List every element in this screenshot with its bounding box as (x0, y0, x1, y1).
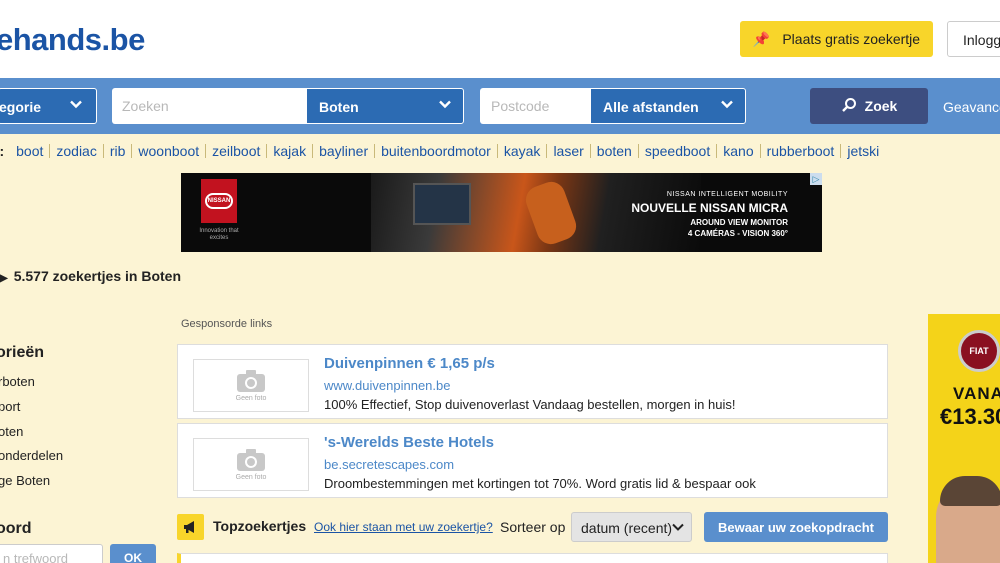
sponsored-links-label: Gesponsorde links (181, 318, 273, 330)
car-screen-image (413, 183, 471, 225)
sidebar-category-link[interactable]: rboten (0, 374, 35, 389)
popular-keyword-link[interactable]: kayak (498, 144, 548, 158)
search-bar: egorie Boten Alle afstanden Zoek Geavanc… (0, 78, 1000, 134)
top-ads-title: Topzoekertjes (213, 518, 307, 534)
banner-line-4: 4 CAMÉRAS - VISION 360° (687, 229, 788, 238)
site-header: ehands.be 📌 Plaats gratis zoekertje Inlo… (0, 0, 1000, 78)
popular-keyword-link[interactable]: rib (104, 144, 133, 158)
popular-keyword-link[interactable]: kano (717, 144, 761, 158)
save-search-button[interactable]: Bewaar uw zoekopdracht (704, 512, 888, 542)
popular-searches: r: boot zodiac rib woonboot zeilboot kaj… (0, 143, 885, 159)
listing-url[interactable]: www.duivenpinnen.be (324, 378, 450, 393)
chevron-down-icon (719, 96, 735, 115)
postcode-input[interactable] (480, 88, 590, 124)
listing-description: 100% Effectief, Stop duivenoverlast Vand… (324, 397, 736, 412)
breadcrumb: ▶ 5.577 zoekertjes in Boten (0, 268, 181, 284)
categories-heading: orieën (0, 344, 45, 361)
popular-searches-label: r: (0, 143, 4, 159)
popular-keyword-link[interactable]: buitenboordmotor (375, 144, 498, 158)
camera-icon (237, 370, 265, 392)
banner-line-3: AROUND VIEW MONITOR (690, 218, 788, 227)
sponsored-listing[interactable]: Geen foto Duivenpinnen € 1,65 p/s www.du… (177, 344, 888, 419)
sidebar-category-link[interactable]: onderdelen (0, 448, 63, 463)
popular-keyword-link[interactable]: boten (591, 144, 639, 158)
place-ad-label: Plaats gratis zoekertje (782, 31, 921, 47)
category-select[interactable]: egorie (0, 88, 97, 124)
subcategory-select[interactable]: Boten (306, 88, 464, 124)
nissan-logo-text: NISSAN (205, 193, 233, 209)
keyword-input[interactable] (0, 544, 103, 563)
popular-keyword-link[interactable]: boot (10, 144, 51, 158)
popular-keyword-link[interactable]: laser (547, 144, 591, 158)
popular-keyword-link[interactable]: zodiac (50, 144, 104, 158)
person-hair-image (940, 476, 1000, 506)
search-input[interactable] (112, 88, 306, 124)
sort-select-value: datum (recent) (581, 520, 673, 536)
nissan-logo: NISSAN (201, 179, 237, 223)
popular-keyword-link[interactable]: speedboot (639, 144, 718, 158)
sky-ad-price: €13.30 (940, 404, 1000, 429)
result-count: 5.577 zoekertjes in Boten (13, 268, 181, 284)
nissan-tagline: Innovation that excites (199, 228, 239, 241)
top-listing-card[interactable] (177, 553, 888, 563)
sidebar-category-link[interactable]: port (0, 399, 20, 414)
banner-line-1: NISSAN INTELLIGENT MOBILITY (666, 191, 788, 198)
no-photo-label: Geen foto (235, 395, 267, 402)
popular-keyword-link[interactable]: kajak (267, 144, 314, 158)
listing-description: Droombestemmingen met kortingen tot 70%.… (324, 476, 756, 491)
chevron-down-icon (68, 96, 84, 115)
sort-label: Sorteer op (500, 519, 566, 535)
nissan-banner-ad[interactable]: NISSAN Innovation that excites NISSAN IN… (181, 173, 822, 252)
distance-select-label: Alle afstanden (603, 99, 699, 115)
listing-title[interactable]: Duivenpinnen € 1,65 p/s (324, 355, 495, 372)
sidebar-category-link[interactable]: ge Boten (0, 473, 50, 488)
sort-select[interactable]: datum (recent) (571, 512, 692, 542)
search-icon (841, 97, 857, 116)
login-button[interactable]: Inlogg (947, 21, 1000, 57)
adchoices-icon[interactable]: ▷ (810, 173, 822, 185)
camera-icon (237, 449, 265, 471)
megaphone-icon (177, 514, 204, 540)
listing-title[interactable]: 's-Werelds Beste Hotels (324, 434, 494, 451)
popular-keyword-link[interactable]: rubberboot (761, 144, 842, 158)
popular-keyword-link[interactable]: zeilboot (206, 144, 268, 158)
popular-keyword-link[interactable]: bayliner (313, 144, 376, 158)
pushpin-icon: 📌 (752, 30, 771, 47)
listing-url[interactable]: be.secretescapes.com (324, 457, 454, 472)
fiat-skyscraper-ad[interactable]: FIAT VANA €13.30 (928, 314, 1000, 563)
no-photo-label: Geen foto (235, 474, 267, 481)
search-button[interactable]: Zoek (810, 88, 928, 124)
sponsored-listing[interactable]: Geen foto 's-Werelds Beste Hotels be.sec… (177, 423, 888, 498)
chevron-down-icon (437, 96, 453, 115)
chevron-down-icon (670, 519, 686, 538)
keyword-ok-button[interactable]: OK (110, 544, 156, 563)
advanced-search-link[interactable]: Geavance (943, 99, 1000, 115)
fiat-logo: FIAT (958, 330, 1000, 372)
top-ads-info-link[interactable]: Ook hier staan met uw zoekertje? (314, 520, 493, 534)
keyword-heading: oord (0, 520, 32, 537)
search-button-label: Zoek (864, 98, 898, 114)
distance-select[interactable]: Alle afstanden (590, 88, 746, 124)
site-logo[interactable]: ehands.be (0, 22, 145, 58)
category-select-label: egorie (0, 99, 42, 115)
subcategory-select-label: Boten (319, 99, 359, 115)
listing-thumbnail[interactable]: Geen foto (193, 359, 309, 412)
sky-ad-word-1: VANA (953, 384, 1000, 403)
popular-keyword-link[interactable]: woonboot (132, 144, 207, 158)
chevron-right-icon: ▶ (0, 273, 8, 284)
listing-thumbnail[interactable]: Geen foto (193, 438, 309, 491)
sidebar-category-link[interactable]: oten (0, 424, 23, 439)
popular-keyword-link[interactable]: jetski (841, 144, 885, 158)
banner-text: NISSAN INTELLIGENT MOBILITY NOUVELLE NIS… (631, 189, 788, 239)
place-ad-button[interactable]: 📌 Plaats gratis zoekertje (740, 21, 933, 57)
banner-line-2: NOUVELLE NISSAN MICRA (631, 201, 788, 215)
top-ads-bar: Topzoekertjes Ook hier staan met uw zoek… (177, 512, 888, 542)
